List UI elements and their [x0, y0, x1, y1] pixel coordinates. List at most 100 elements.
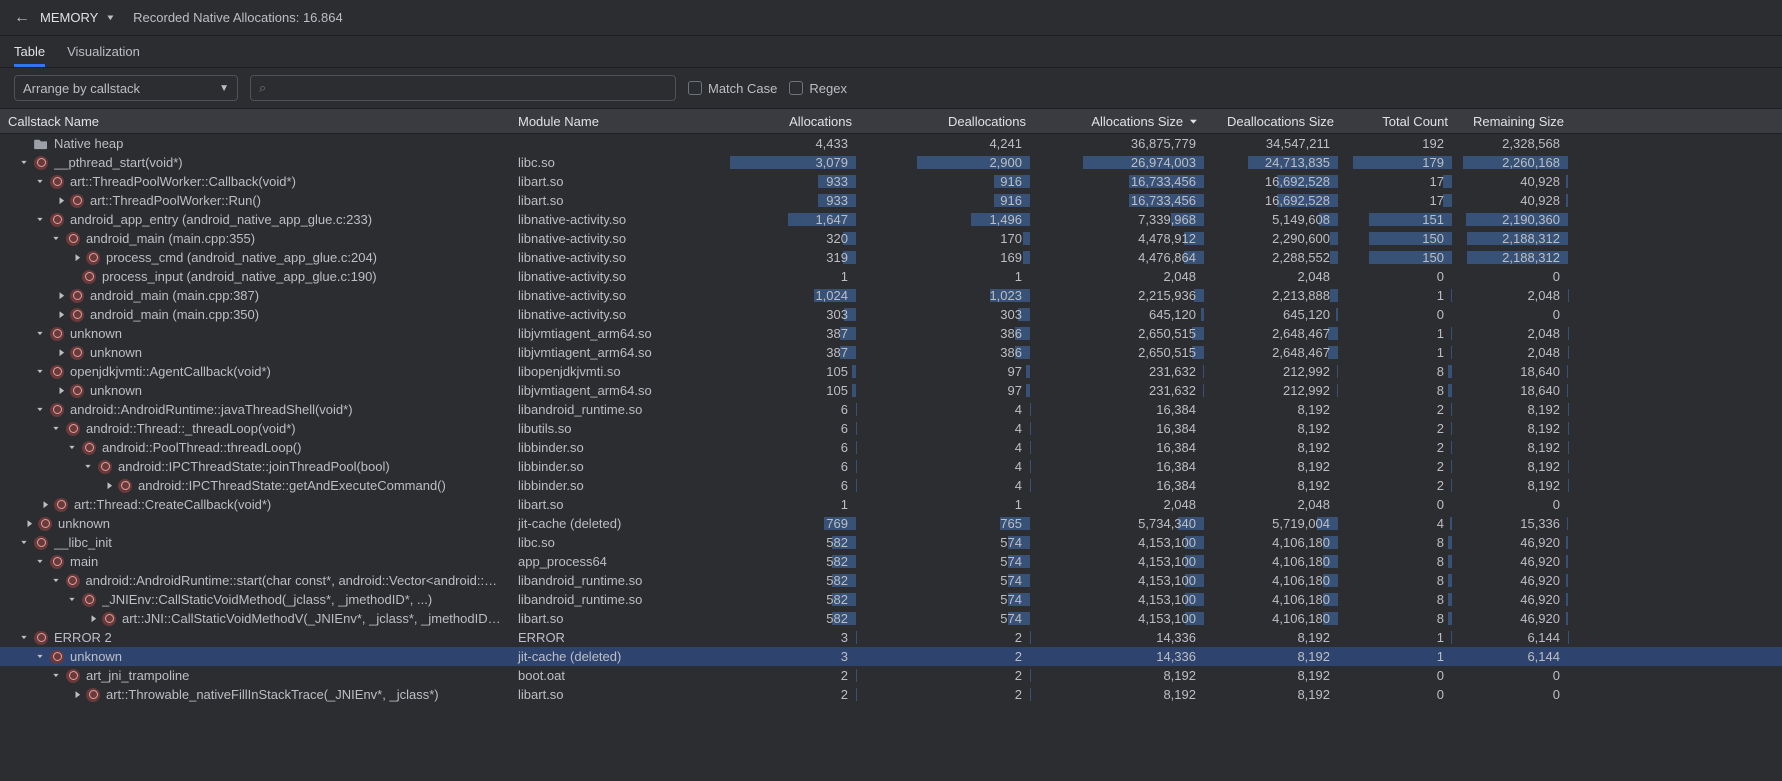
- table-row[interactable]: android::AndroidRuntime::javaThreadShell…: [0, 400, 1782, 419]
- table-row[interactable]: android::AndroidRuntime::start(char cons…: [0, 571, 1782, 590]
- table-row[interactable]: art::JNI::CallStaticVoidMethodV(_JNIEnv*…: [0, 609, 1782, 628]
- tab-visualization[interactable]: Visualization: [67, 36, 140, 67]
- table-row[interactable]: unknownlibjvmtiagent_arm64.so10597231,63…: [0, 381, 1782, 400]
- module-name: libandroid_runtime.so: [510, 573, 670, 588]
- table-row[interactable]: unknownjit-cache (deleted)3214,3368,1921…: [0, 647, 1782, 666]
- cell-allocsize: 16,384: [1034, 440, 1208, 455]
- expand-icon[interactable]: [18, 519, 34, 529]
- table-row[interactable]: unknownlibjvmtiagent_arm64.so3873862,650…: [0, 343, 1782, 362]
- collapse-icon[interactable]: [34, 557, 46, 567]
- recording-subtitle: Recorded Native Allocations: 16.864: [133, 10, 343, 25]
- expand-icon[interactable]: [66, 253, 82, 263]
- match-case-option[interactable]: Match Case: [688, 81, 777, 96]
- tab-table[interactable]: Table: [14, 36, 45, 67]
- table-row[interactable]: android_main (main.cpp:387)libnative-act…: [0, 286, 1782, 305]
- cell-alloc: 320: [670, 231, 860, 246]
- table-row[interactable]: android::PoolThread::threadLoop()libbind…: [0, 438, 1782, 457]
- cell-total: 8: [1342, 554, 1456, 569]
- expand-icon[interactable]: [50, 310, 66, 320]
- col-deallocations[interactable]: Deallocations: [860, 114, 1034, 129]
- collapse-icon[interactable]: [66, 595, 78, 605]
- col-allocations-size[interactable]: Allocations Size▼: [1034, 114, 1208, 129]
- table-row[interactable]: android::Thread::_threadLoop(void*)libut…: [0, 419, 1782, 438]
- table-row[interactable]: __pthread_start(void*)libc.so3,0792,9002…: [0, 153, 1782, 172]
- table-row[interactable]: unknownlibjvmtiagent_arm64.so3873862,650…: [0, 324, 1782, 343]
- collapse-icon[interactable]: [18, 538, 30, 548]
- function-icon: [66, 232, 80, 246]
- col-allocations[interactable]: Allocations: [670, 114, 860, 129]
- collapse-icon[interactable]: [34, 652, 46, 662]
- search-input[interactable]: [272, 81, 667, 96]
- table-row[interactable]: art_jni_trampolineboot.oat228,1928,19200: [0, 666, 1782, 685]
- collapse-icon[interactable]: [66, 443, 78, 453]
- collapse-icon[interactable]: [50, 671, 62, 681]
- chevron-down-icon[interactable]: ▼: [106, 13, 116, 22]
- col-module[interactable]: Module Name: [510, 114, 670, 129]
- expand-icon[interactable]: [50, 386, 66, 396]
- regex-option[interactable]: Regex: [789, 81, 847, 96]
- collapse-icon[interactable]: [18, 158, 30, 168]
- col-callstack[interactable]: Callstack Name: [0, 114, 510, 129]
- expand-icon[interactable]: [50, 196, 66, 206]
- collapse-icon[interactable]: [34, 329, 46, 339]
- collapse-icon[interactable]: [34, 177, 46, 187]
- collapse-icon[interactable]: [82, 462, 94, 472]
- arrange-dropdown[interactable]: Arrange by callstack ▼: [14, 75, 238, 101]
- module-name: libnative-activity.so: [510, 212, 670, 227]
- table-row[interactable]: openjdkjvmti::AgentCallback(void*)libope…: [0, 362, 1782, 381]
- table-row[interactable]: _JNIEnv::CallStaticVoidMethod(_jclass*, …: [0, 590, 1782, 609]
- table-row[interactable]: android_app_entry (android_native_app_gl…: [0, 210, 1782, 229]
- col-total-count[interactable]: Total Count: [1342, 114, 1456, 129]
- callstack-name: __libc_init: [54, 535, 112, 550]
- table-row[interactable]: art::ThreadPoolWorker::Run()libart.so933…: [0, 191, 1782, 210]
- col-deallocations-size[interactable]: Deallocations Size: [1208, 114, 1342, 129]
- cell-deallocsize: 2,648,467: [1208, 345, 1342, 360]
- bar-fill: [1566, 536, 1568, 549]
- expand-icon[interactable]: [50, 291, 66, 301]
- bar-fill: [1337, 384, 1338, 397]
- bar-fill: [1448, 555, 1452, 568]
- cell-alloc: 769: [670, 516, 860, 531]
- table-header: Callstack Name Module Name Allocations D…: [0, 108, 1782, 134]
- bar-fill: [1451, 422, 1452, 435]
- collapse-icon[interactable]: [34, 405, 46, 415]
- search-field[interactable]: ⌕: [250, 75, 676, 101]
- cell-remain: 2,048: [1456, 345, 1572, 360]
- cell-total: 0: [1342, 497, 1456, 512]
- expand-icon[interactable]: [50, 348, 66, 358]
- expand-icon[interactable]: [66, 690, 82, 700]
- table-row[interactable]: android::IPCThreadState::joinThreadPool(…: [0, 457, 1782, 476]
- table-row[interactable]: android_main (main.cpp:350)libnative-act…: [0, 305, 1782, 324]
- collapse-icon[interactable]: [34, 215, 46, 225]
- table-row[interactable]: art::Thread::CreateCallback(void*)libart…: [0, 495, 1782, 514]
- table-row[interactable]: mainapp_process645825744,153,1004,106,18…: [0, 552, 1782, 571]
- table-row[interactable]: process_cmd (android_native_app_glue.c:2…: [0, 248, 1782, 267]
- table-row[interactable]: unknownjit-cache (deleted)7697655,734,34…: [0, 514, 1782, 533]
- collapse-icon[interactable]: [50, 234, 62, 244]
- cell-remain: 0: [1456, 307, 1572, 322]
- bar-fill: [1203, 365, 1204, 378]
- expand-icon[interactable]: [34, 500, 50, 510]
- expand-icon[interactable]: [82, 614, 98, 624]
- table-row[interactable]: art::ThreadPoolWorker::Callback(void*)li…: [0, 172, 1782, 191]
- table-row[interactable]: android_main (main.cpp:355)libnative-act…: [0, 229, 1782, 248]
- cell-remain: 46,920: [1456, 535, 1572, 550]
- collapse-icon[interactable]: [34, 367, 46, 377]
- col-remaining-size[interactable]: Remaining Size: [1456, 114, 1572, 129]
- table-row[interactable]: art::Throwable_nativeFillInStackTrace(_J…: [0, 685, 1782, 704]
- back-icon[interactable]: ←: [14, 9, 30, 27]
- cell-alloc: 1,647: [670, 212, 860, 227]
- cell-total: 0: [1342, 269, 1456, 284]
- table-row[interactable]: Native heap4,4334,24136,875,77934,547,21…: [0, 134, 1782, 153]
- cell-remain: 0: [1456, 668, 1572, 683]
- collapse-icon[interactable]: [50, 576, 62, 586]
- section-title[interactable]: MEMORY: [40, 10, 98, 25]
- bar-fill: [1026, 365, 1030, 378]
- expand-icon[interactable]: [98, 481, 114, 491]
- table-row[interactable]: ERROR 2ERROR3214,3368,19216,144: [0, 628, 1782, 647]
- collapse-icon[interactable]: [50, 424, 62, 434]
- table-row[interactable]: android::IPCThreadState::getAndExecuteCo…: [0, 476, 1782, 495]
- table-row[interactable]: process_input (android_native_app_glue.c…: [0, 267, 1782, 286]
- table-row[interactable]: __libc_initlibc.so5825744,153,1004,106,1…: [0, 533, 1782, 552]
- collapse-icon[interactable]: [18, 633, 30, 643]
